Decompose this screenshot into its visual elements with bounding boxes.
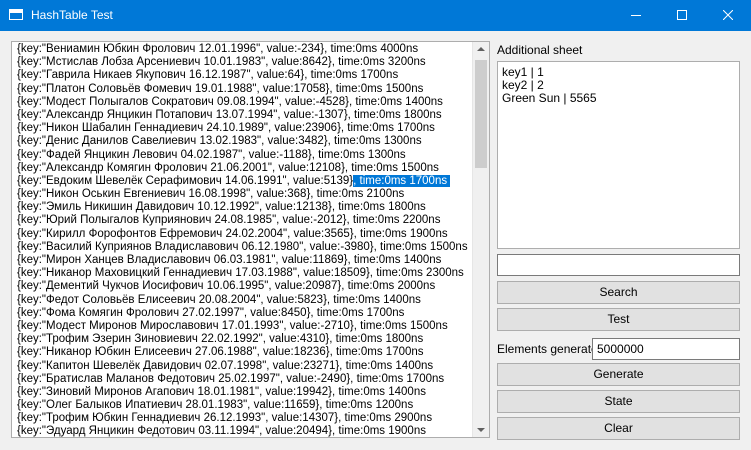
list-item-text: {key:"Трофим Эзерин Зиновиевич 22.02.199…	[17, 333, 424, 346]
scroll-down-arrow-icon[interactable]	[477, 428, 485, 432]
list-item[interactable]: {key:"Трофим Эзерин Зиновиевич 22.02.199…	[17, 333, 479, 346]
close-icon	[723, 10, 733, 20]
app-window-icon	[9, 9, 23, 20]
list-item-text: {key:"Василий Куприянов Владиславович 06…	[17, 240, 468, 253]
list-item-text: {key:"Модест Миронов Мирославович 17.01.…	[17, 319, 448, 332]
list-item[interactable]: {key:"Дементий Чукчов Иосифович 10.06.19…	[17, 280, 479, 293]
vertical-scrollbar[interactable]	[472, 42, 489, 437]
list-item[interactable]: {key:"Фадей Янцикин Левович 04.02.1987",…	[17, 149, 479, 162]
list-item-text: {key:"Федот Соловьёв Елисеевич 20.08.200…	[17, 293, 421, 306]
results-list-rows: {key:"Вениамин Юбкин Фролович 12.01.1996…	[17, 43, 479, 438]
title-bar: HashTable Test	[0, 0, 751, 31]
list-item-text: {key:"Никон Шабалин Геннадиевич 24.10.19…	[17, 122, 435, 135]
list-item-text: {key:"Капитон Шевелёк Давидович 02.07.19…	[17, 359, 434, 372]
list-item[interactable]: {key:"Эдуард Янцикин Федотович 03.11.199…	[17, 425, 479, 438]
list-item-text: {key:"Никанор Маховицкий Геннадиевич 17.…	[17, 267, 464, 280]
scroll-thumb[interactable]	[475, 60, 487, 168]
list-item[interactable]: {key:"Юрий Полыгалов Куприянович 24.08.1…	[17, 214, 479, 227]
list-item-text: {key:"Александр Комягин Фролович 21.06.2…	[17, 161, 439, 174]
list-item-text: {key:"Фома Комягин Фролович 27.02.1997",…	[17, 306, 405, 319]
clear-button[interactable]: Clear	[497, 417, 740, 440]
list-item-text: {key:"Эдуард Янцикин Федотович 03.11.199…	[17, 425, 426, 438]
maximize-button[interactable]	[659, 0, 705, 31]
additional-sheet-label: Additional sheet	[497, 43, 583, 57]
list-item[interactable]: {key:"Федот Соловьёв Елисеевич 20.08.200…	[17, 294, 479, 307]
state-button[interactable]: State	[497, 390, 740, 413]
list-item[interactable]: {key:"Мстислав Лобза Арсениевич 10.01.19…	[17, 56, 479, 69]
elements-generate-input[interactable]: 5000000	[592, 338, 740, 360]
results-list[interactable]: {key:"Вениамин Юбкин Фролович 12.01.1996…	[11, 41, 490, 438]
list-item-text: {key:"Мирон Ханцев Владиславович 06.03.1…	[17, 254, 442, 266]
list-item[interactable]: {key:"Никанор Юбкин Елисеевич 27.06.1988…	[17, 346, 479, 359]
generate-button[interactable]: Generate	[497, 363, 740, 386]
list-item[interactable]: {key:"Модест Миронов Мирославович 17.01.…	[17, 320, 479, 333]
list-item[interactable]: {key:"Платон Соловьёв Фомевич 19.01.1988…	[17, 83, 479, 96]
list-item[interactable]: {key:"Денис Данилов Савелиевич 13.02.198…	[17, 135, 479, 148]
list-item-text: {key:"Вениамин Юбкин Фролович 12.01.1996…	[17, 43, 419, 55]
list-item-text: {key:"Никон Оськин Евгениевич 16.08.1998…	[17, 188, 405, 201]
list-item[interactable]: {key:"Капитон Шевелёк Давидович 02.07.19…	[17, 360, 479, 373]
selected-text: , time:0ms 1700ns	[353, 174, 451, 187]
list-item[interactable]: {key:"Александр Янцикин Потапович 13.07.…	[17, 109, 479, 122]
scroll-up-arrow-icon[interactable]	[477, 47, 485, 51]
list-item[interactable]: {key:"Никанор Маховицкий Геннадиевич 17.…	[17, 267, 479, 280]
search-button[interactable]: Search	[497, 281, 740, 304]
list-item[interactable]: {key:"Никон Шабалин Геннадиевич 24.10.19…	[17, 122, 479, 135]
list-item-text: {key:"Эмиль Никишин Давидович 10.12.1992…	[17, 201, 426, 214]
list-item-text: {key:"Трофим Юбкин Геннадиевич 26.12.199…	[17, 412, 433, 425]
sheet-line: Green Sun | 5565	[502, 91, 597, 105]
list-item-text: {key:"Братислав Маланов Федотович 25.02.…	[17, 372, 445, 385]
maximize-icon	[677, 10, 687, 20]
list-item[interactable]: {key:"Никон Оськин Евгениевич 16.08.1998…	[17, 188, 479, 201]
list-item-text: {key:"Дементий Чукчов Иосифович 10.06.19…	[17, 280, 436, 293]
elements-generate-label: Elements generate	[497, 342, 598, 356]
list-item[interactable]: {key:"Мирон Ханцев Владиславович 06.03.1…	[17, 254, 479, 267]
list-item[interactable]: {key:"Эмиль Никишин Давидович 10.12.1992…	[17, 201, 479, 214]
search-input[interactable]	[497, 254, 740, 276]
list-item[interactable]: {key:"Модест Полыгалов Сократович 09.08.…	[17, 96, 479, 109]
close-button[interactable]	[705, 0, 751, 31]
list-item-text: {key:"Гаврила Никаев Якупович 16.12.1987…	[17, 69, 399, 82]
test-button[interactable]: Test	[497, 308, 740, 331]
list-item-text: {key:"Юрий Полыгалов Куприянович 24.08.1…	[17, 214, 441, 227]
list-item[interactable]: {key:"Зиновий Миронов Агапович 18.01.198…	[17, 386, 479, 399]
list-item[interactable]: {key:"Александр Комягин Фролович 21.06.2…	[17, 162, 479, 175]
list-item-text: {key:"Денис Данилов Савелиевич 13.02.198…	[17, 135, 422, 148]
list-item-text: {key:"Зиновий Миронов Агапович 18.01.198…	[17, 385, 426, 398]
list-item[interactable]: {key:"Вениамин Юбкин Фролович 12.01.1996…	[17, 43, 479, 56]
list-item[interactable]: {key:"Фома Комягин Фролович 27.02.1997",…	[17, 307, 479, 320]
list-item-text: {key:"Фадей Янцикин Левович 04.02.1987",…	[17, 148, 406, 161]
list-item-text: {key:"Модест Полыгалов Сократович 09.08.…	[17, 95, 443, 108]
list-item[interactable]: {key:"Кирилл Форофонтов Ефремович 24.02.…	[17, 228, 479, 241]
list-item-text: {key:"Мстислав Лобза Арсениевич 10.01.19…	[17, 56, 426, 69]
list-item-text: {key:"Евдоким Шевелёк Серафимович 14.06.…	[17, 174, 354, 187]
list-item-text: {key:"Александр Янцикин Потапович 13.07.…	[17, 108, 442, 121]
list-item-text: {key:"Кирилл Форофонтов Ефремович 24.02.…	[17, 227, 448, 240]
list-item[interactable]: {key:"Евдоким Шевелёк Серафимович 14.06.…	[17, 174, 479, 188]
list-item-text: {key:"Никанор Юбкин Елисеевич 27.06.1988…	[17, 346, 424, 359]
list-item[interactable]: {key:"Олег Балыков Ипатиевич 28.01.1983"…	[17, 399, 479, 412]
list-item-text: {key:"Платон Соловьёв Фомевич 19.01.1988…	[17, 82, 424, 95]
additional-sheet-textarea[interactable]: key1 | 1 key2 | 2 Green Sun | 5565	[497, 61, 740, 249]
list-item[interactable]: {key:"Гаврила Никаев Якупович 16.12.1987…	[17, 69, 479, 82]
minimize-button[interactable]	[613, 0, 659, 31]
window-title: HashTable Test	[31, 8, 113, 22]
list-item-text: {key:"Олег Балыков Ипатиевич 28.01.1983"…	[17, 399, 414, 412]
list-item[interactable]: {key:"Трофим Юбкин Геннадиевич 26.12.199…	[17, 412, 479, 425]
list-item[interactable]: {key:"Братислав Маланов Федотович 25.02.…	[17, 373, 479, 386]
minimize-icon	[631, 15, 641, 16]
list-item[interactable]: {key:"Василий Куприянов Владиславович 06…	[17, 241, 479, 254]
